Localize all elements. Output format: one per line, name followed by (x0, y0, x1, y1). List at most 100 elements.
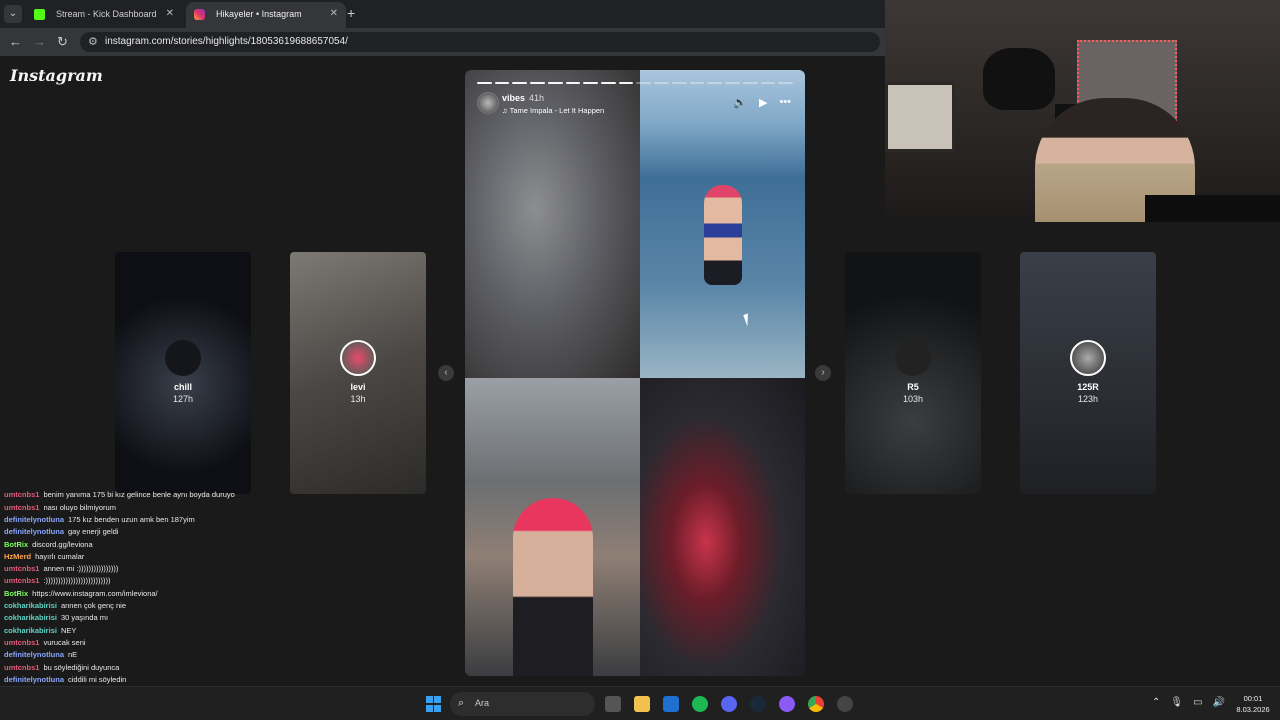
story-progress-segment (565, 82, 581, 84)
highlight-card-125r[interactable]: 125R 123h (1020, 252, 1156, 494)
chat-username[interactable]: umtcnbs1 (4, 638, 39, 647)
search-placeholder: Ara (475, 698, 490, 708)
highlight-age: 123h (1077, 394, 1099, 404)
highlight-card-levi[interactable]: levi 13h (290, 252, 426, 494)
discord-icon[interactable] (721, 696, 737, 712)
highlight-card-chill[interactable]: chill 127h (115, 252, 251, 494)
highlight-name: 125R (1077, 382, 1099, 392)
chat-username[interactable]: cokharikabirisi (4, 626, 57, 635)
story-avatar[interactable] (477, 92, 499, 114)
chat-message: cokharikabirisi 30 yaşında mı (4, 613, 108, 622)
play-icon[interactable]: ▶ (759, 96, 767, 109)
chat-text: ciddili mi söyledin (68, 674, 127, 684)
chat-message: umtcnbs1:)))))))))))))))))))))))))) (4, 576, 110, 585)
chat-username[interactable]: definitelynotluna (4, 515, 64, 524)
chat-message: BotRix https://www.instagram.com/imlevion… (4, 589, 158, 598)
volume-icon[interactable]: 🔈 (733, 96, 747, 109)
story-progress-segment (547, 82, 563, 84)
story-song-title: Tame Impala - Let It Happen (509, 106, 605, 115)
task-view-icon[interactable] (605, 696, 621, 712)
story-song[interactable]: ♫ Tame Impala - Let It Happen (502, 106, 604, 115)
previous-story-chevron-icon[interactable]: ‹ (438, 365, 454, 381)
chrome-icon[interactable] (808, 696, 824, 712)
chat-message: umtcnbs1 nası oluyo bilmiyorum (4, 503, 116, 512)
chat-text: :)))))))))))))))))))))))))) (43, 576, 111, 586)
url-text: instagram.com/stories/highlights/1805361… (105, 36, 348, 47)
chat-username[interactable]: BotRix (4, 540, 28, 549)
chevron-up-icon[interactable]: ⌃ (1152, 697, 1160, 708)
wall-frame (885, 82, 955, 152)
chat-username[interactable]: umtcnbs1 (4, 503, 39, 512)
taskbar-clock[interactable]: 00:01 8.03.2026 (1230, 693, 1276, 715)
next-story-chevron-icon[interactable]: › (815, 365, 831, 381)
site-info-icon[interactable]: ⚙ (88, 35, 98, 48)
story-viewer[interactable]: vibes 41h ♫ Tame Impala - Let It Happen … (465, 70, 805, 676)
story-controls: 🔈 ▶ ••• (733, 96, 791, 109)
chat-message: BotRix discord.gg/leviona (4, 540, 93, 549)
chat-username[interactable]: umtcnbs1 (4, 564, 39, 573)
chat-message: cokharikabirisi NEY (4, 626, 76, 635)
chat-message: definitelynotluna ciddili mi söyledin (4, 675, 126, 684)
obs-icon[interactable] (779, 696, 795, 712)
stream-chat-overlay: umtcnbs1 benim yanıma 175 bi kız gelince … (0, 478, 290, 708)
volume-icon[interactable]: 🔊 (1213, 697, 1225, 708)
story-progress-segment (530, 82, 545, 84)
windows-taskbar: ⌕ Ara ⌃ 🎙 ▭ 🔊 00:01 8.03.2026 (0, 686, 1280, 720)
chat-text: nası oluyo bilmiyorum (43, 502, 116, 512)
highlight-name: R5 (907, 382, 919, 392)
forward-arrow-icon[interactable]: → (33, 34, 46, 49)
tab-search-button[interactable]: ⌄ (4, 5, 22, 23)
close-icon[interactable]: ✕ (166, 2, 174, 26)
chat-text: discord.gg/leviona (32, 539, 93, 549)
chat-text: hayırlı cumalar (35, 551, 85, 561)
motorcycle-wall-art (983, 48, 1055, 110)
chat-username[interactable]: definitelynotluna (4, 527, 64, 536)
story-progress-segment (742, 82, 758, 84)
chat-username[interactable]: umtcnbs1 (4, 576, 39, 585)
file-explorer-icon[interactable] (634, 696, 650, 712)
tab-instagram[interactable]: Hikayeler • Instagram ✕ (186, 2, 346, 28)
chat-username[interactable]: definitelynotluna (4, 675, 64, 684)
chat-username[interactable]: umtcnbs1 (4, 490, 39, 499)
chat-username[interactable]: cokharikabirisi (4, 613, 57, 622)
back-arrow-icon[interactable]: ← (9, 34, 22, 49)
taskbar-search-input[interactable]: ⌕ Ara (450, 692, 595, 716)
spotify-icon[interactable] (692, 696, 708, 712)
chat-text: annen çok genç nie (60, 601, 127, 610)
chat-username[interactable]: umtcnbs1 (4, 663, 39, 672)
instagram-logo[interactable]: Instagram (10, 66, 103, 85)
search-icon: ⌕ (458, 697, 465, 709)
chat-username[interactable]: cokharikabirisi (4, 601, 57, 610)
story-progress-bar (477, 82, 793, 84)
outlook-icon[interactable] (663, 696, 679, 712)
chat-message: umtcnbs1 bu söylediğini duyunca (4, 663, 119, 672)
chat-username[interactable]: HzMerd (4, 552, 31, 561)
tab-kick-dashboard[interactable]: Stream - Kick Dashboard ✕ (26, 2, 182, 28)
chat-username[interactable]: definitelynotluna (4, 650, 64, 659)
story-progress-segment (477, 82, 492, 84)
kick-favicon-icon (34, 9, 45, 20)
more-options-icon[interactable]: ••• (779, 96, 791, 109)
story-progress-segment (778, 82, 793, 84)
new-tab-plus-icon[interactable]: + (347, 5, 355, 21)
microphone-icon[interactable]: 🎙 (1170, 697, 1183, 708)
chat-message: umtcnbs1 annen mi :)))))))))))))))) (4, 564, 118, 573)
story-username[interactable]: vibes (502, 93, 525, 103)
highlight-card-r5[interactable]: R5 103h (845, 252, 981, 494)
steam-icon[interactable] (750, 696, 766, 712)
story-progress-segment (601, 82, 616, 84)
windows-start-icon[interactable] (426, 696, 442, 712)
tab-title: Stream - Kick Dashboard (56, 9, 157, 19)
close-icon[interactable]: ✕ (330, 2, 338, 26)
network-icon[interactable]: ▭ (1193, 697, 1202, 708)
story-progress-segment (725, 82, 740, 84)
story-progress-segment (671, 82, 687, 84)
highlight-age: 103h (902, 394, 924, 404)
chat-username[interactable]: BotRix (4, 589, 28, 598)
url-input[interactable]: ⚙ instagram.com/stories/highlights/18053… (80, 32, 880, 52)
settings-icon[interactable] (837, 696, 853, 712)
reload-icon[interactable]: ↻ (57, 34, 68, 50)
chat-text: nE (68, 650, 78, 660)
clock-time: 00:01 (1243, 694, 1263, 703)
monitor (1145, 195, 1280, 222)
